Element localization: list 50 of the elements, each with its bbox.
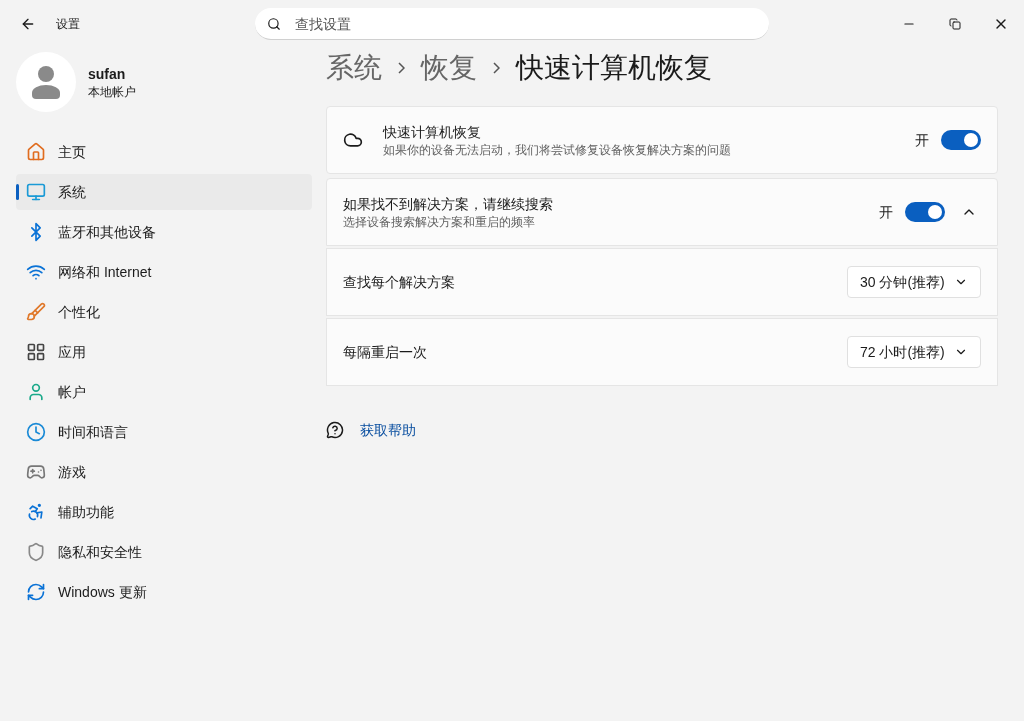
sidebar-item[interactable]: Windows 更新 bbox=[16, 574, 312, 610]
update-icon bbox=[26, 582, 46, 602]
search-field[interactable]: 查找设置 bbox=[255, 8, 769, 40]
sidebar-item[interactable]: 隐私和安全性 bbox=[16, 534, 312, 570]
toggle-switch[interactable] bbox=[905, 202, 945, 222]
shield-icon bbox=[26, 542, 46, 562]
restore-icon bbox=[949, 18, 961, 30]
sidebar-item[interactable]: 帐户 bbox=[16, 374, 312, 410]
sidebar-item[interactable]: 蓝牙和其他设备 bbox=[16, 214, 312, 250]
breadcrumb-link[interactable]: 恢复 bbox=[421, 47, 477, 89]
person-icon bbox=[26, 382, 46, 402]
setting-description: 如果你的设备无法启动，我们将尝试修复设备恢复解决方案的问题 bbox=[383, 142, 731, 158]
brush-icon bbox=[26, 302, 46, 322]
person-silhouette-icon bbox=[31, 65, 61, 99]
setting-title: 如果找不到解决方案，请继续搜索 bbox=[343, 195, 553, 214]
setting-description: 选择设备搜索解决方案和重启的频率 bbox=[343, 214, 536, 230]
cloud-icon bbox=[343, 130, 363, 150]
gamepad-icon bbox=[26, 462, 46, 482]
window-title: 设置 bbox=[56, 16, 80, 32]
chevron-right-icon bbox=[398, 62, 405, 74]
toggle-switch[interactable] bbox=[941, 130, 981, 150]
setting-title: 快速计算机恢复 bbox=[383, 123, 482, 142]
account-type: 本地帐户 bbox=[88, 84, 136, 100]
house-icon bbox=[26, 142, 46, 162]
chevron-right-icon bbox=[493, 62, 500, 74]
sidebar-item[interactable]: 主页 bbox=[16, 134, 312, 170]
monitor-icon bbox=[26, 182, 46, 202]
setting-label: 每隔重启一次 bbox=[343, 343, 427, 362]
help-icon bbox=[326, 421, 344, 439]
sidebar-item[interactable]: 系统 bbox=[16, 174, 312, 210]
sidebar-item[interactable]: 游戏 bbox=[16, 454, 312, 490]
clock-icon bbox=[26, 422, 46, 442]
dropdown[interactable]: 72 小时(推荐) bbox=[847, 336, 981, 368]
apps-icon bbox=[26, 342, 46, 362]
accessibility-icon bbox=[26, 502, 46, 522]
search-icon bbox=[267, 17, 281, 31]
wifi-icon bbox=[26, 262, 46, 282]
sidebar-item[interactable]: 个性化 bbox=[16, 294, 312, 330]
toggle-label: 开 bbox=[915, 131, 929, 150]
sidebar-item[interactable]: 应用 bbox=[16, 334, 312, 370]
toggle-label: 开 bbox=[879, 203, 893, 222]
breadcrumb-link[interactable]: 系统 bbox=[326, 47, 382, 89]
sidebar-item[interactable]: 网络和 Internet bbox=[16, 254, 312, 290]
setting-label: 查找每个解决方案 bbox=[343, 273, 455, 292]
sidebar-item[interactable]: 时间和语言 bbox=[16, 414, 312, 450]
user-name: sufan bbox=[88, 65, 127, 84]
sidebar-item[interactable]: 辅助功能 bbox=[16, 494, 312, 530]
page-title: 快速计算机恢复 bbox=[516, 51, 712, 85]
help-link[interactable]: 获取帮助 bbox=[360, 420, 416, 440]
dropdown[interactable]: 30 分钟(推荐) bbox=[847, 266, 981, 298]
